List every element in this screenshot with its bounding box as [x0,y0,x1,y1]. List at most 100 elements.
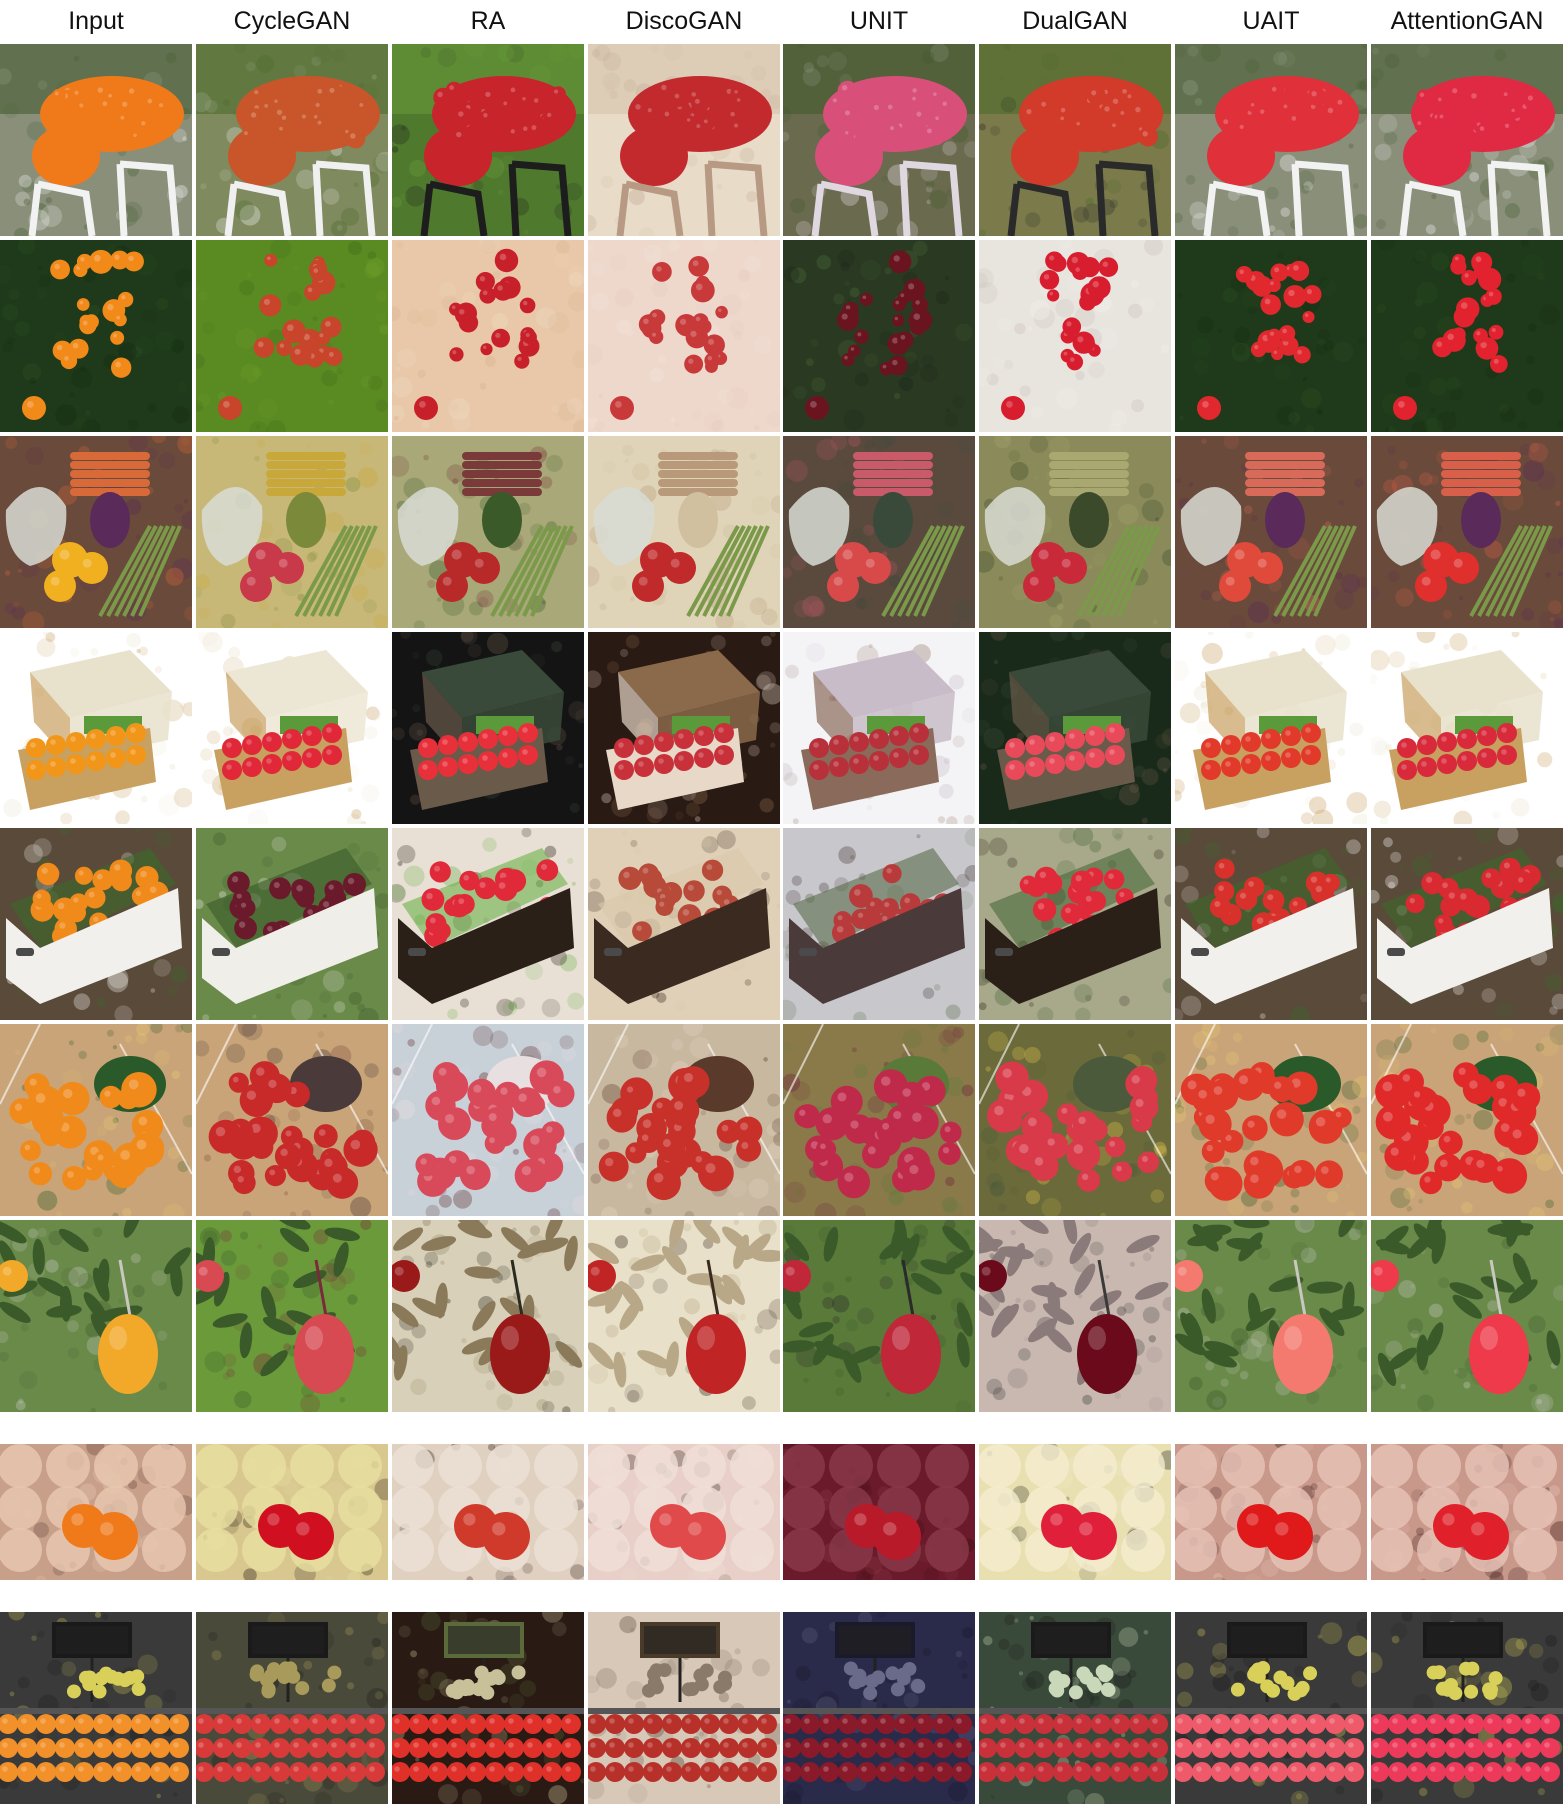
result-tile-market-stall-attentiongan [1371,1612,1563,1804]
result-image [783,436,975,628]
result-tile-cafe-oranges-ra [392,44,584,236]
result-tile-box-oranges-ra [392,632,584,824]
result-tile-crate-oranges-dualgan [979,828,1171,1020]
column-header-cyclegan: CycleGAN [233,7,351,35]
result-image [588,1024,780,1216]
result-image [392,1612,584,1804]
result-image [392,828,584,1020]
result-tile-cafe-oranges-dualgan [979,44,1171,236]
result-image [1175,44,1367,236]
result-tile-orange-tree-dualgan [979,240,1171,432]
result-tile-orange-tray-cyclegan [196,1416,388,1608]
column-header-discogan: DiscoGAN [625,7,743,35]
result-tile-orange-branch-discogan [588,1220,780,1412]
result-tile-vegetables-uait [1175,436,1367,628]
result-image [979,1024,1171,1216]
result-tile-orange-branch-attentiongan [1371,1220,1563,1412]
result-image [392,632,584,824]
result-image [196,828,388,1020]
result-image [1371,1220,1563,1412]
result-image [979,240,1171,432]
result-image [783,632,975,824]
result-image [196,44,388,236]
column-header-input: Input [68,7,124,35]
result-tile-vegetables-dualgan [979,436,1171,628]
result-image [979,1612,1171,1804]
result-image [588,1220,780,1412]
result-image [588,828,780,1020]
result-tile-vegetables-ra [392,436,584,628]
result-image [0,828,192,1020]
result-tile-vegetables-attentiongan [1371,436,1563,628]
result-tile-orange-tree-attentiongan [1371,240,1563,432]
result-image [1175,1024,1367,1216]
result-tile-crate-oranges-discogan [588,828,780,1020]
result-tile-box-oranges-dualgan [979,632,1171,824]
column-header-attentiongan: AttentionGAN [1390,7,1544,35]
result-image [392,436,584,628]
result-image [196,240,388,432]
result-image [196,1220,388,1412]
result-tile-crate-oranges-uait [1175,828,1367,1020]
result-image [0,44,192,236]
result-image [1371,632,1563,824]
result-image [588,44,780,236]
result-tile-market-stall-input [0,1612,192,1804]
result-image [1371,44,1563,236]
result-tile-orange-branch-ra [392,1220,584,1412]
comparison-figure: Input CycleGAN RA DiscoGAN UNIT DualGAN … [0,0,1567,1809]
result-tile-orange-branch-unit [783,1220,975,1412]
result-tile-orange-tree-input [0,240,192,432]
result-image [1371,240,1563,432]
result-tile-orange-tray-attentiongan [1371,1416,1563,1608]
result-tile-vegetables-discogan [588,436,780,628]
result-image [1175,436,1367,628]
result-image [0,436,192,628]
result-tile-orange-tree-ra [392,240,584,432]
result-image [588,1612,780,1804]
result-image [1371,436,1563,628]
result-tile-table-produce-cyclegan [196,1024,388,1216]
result-tile-crate-oranges-cyclegan [196,828,388,1020]
result-image [979,436,1171,628]
result-image [588,1416,780,1608]
result-image [392,44,584,236]
result-image [392,1024,584,1216]
result-tile-box-oranges-uait [1175,632,1367,824]
result-tile-vegetables-unit [783,436,975,628]
result-tile-orange-tray-uait [1175,1416,1367,1608]
result-tile-table-produce-attentiongan [1371,1024,1563,1216]
result-tile-cafe-oranges-cyclegan [196,44,388,236]
result-tile-orange-branch-input [0,1220,192,1412]
result-image [783,1612,975,1804]
result-tile-orange-tray-discogan [588,1416,780,1608]
result-tile-orange-tree-cyclegan [196,240,388,432]
result-tile-box-oranges-input [0,632,192,824]
result-image [783,240,975,432]
result-image [783,1024,975,1216]
result-tile-table-produce-unit [783,1024,975,1216]
result-tile-market-stall-uait [1175,1612,1367,1804]
result-tile-market-stall-discogan [588,1612,780,1804]
result-image [1175,1220,1367,1412]
result-tile-market-stall-ra [392,1612,584,1804]
result-image [1371,1024,1563,1216]
result-image [979,1416,1171,1608]
result-tile-orange-tray-unit [783,1416,975,1608]
result-tile-orange-tree-unit [783,240,975,432]
result-tile-crate-oranges-input [0,828,192,1020]
result-image [0,1416,192,1608]
result-tile-orange-tree-uait [1175,240,1367,432]
result-tile-cafe-oranges-attentiongan [1371,44,1563,236]
column-header-row: Input CycleGAN RA DiscoGAN UNIT DualGAN … [0,0,1567,42]
column-header-unit: UNIT [849,7,909,35]
result-image [1175,828,1367,1020]
result-image [196,1612,388,1804]
result-image [196,1024,388,1216]
result-tile-crate-oranges-ra [392,828,584,1020]
result-image [1175,632,1367,824]
result-tile-orange-tree-discogan [588,240,780,432]
result-tile-orange-branch-uait [1175,1220,1367,1412]
result-tile-orange-branch-dualgan [979,1220,1171,1412]
result-image [588,436,780,628]
